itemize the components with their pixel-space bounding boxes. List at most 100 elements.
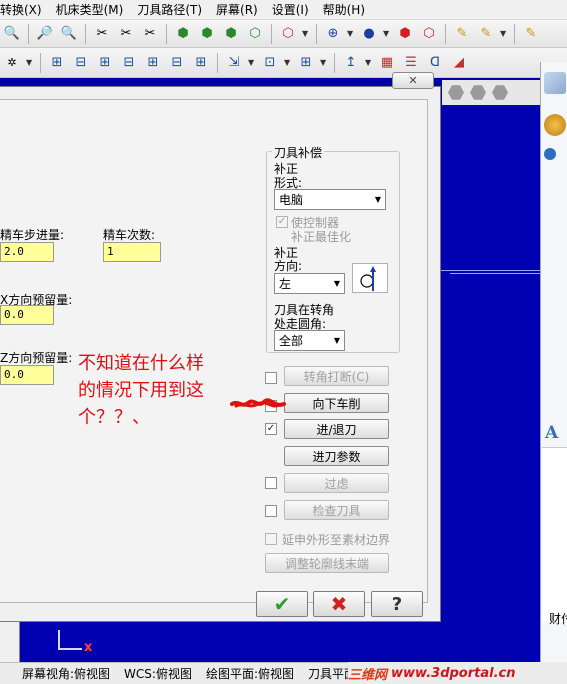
cube-3-icon[interactable]: ⬢	[221, 24, 241, 44]
view-cube-icon[interactable]: ⬡	[278, 24, 298, 44]
menu-toolpaths[interactable]: 刀具路径(T)	[130, 1, 209, 18]
geometry-line	[440, 270, 540, 271]
corner-break-button[interactable]: 转角打断(C)	[284, 366, 389, 386]
chevron-down-icon[interactable]: ▼	[284, 58, 292, 67]
check-tool-checkbox[interactable]	[265, 505, 277, 517]
corner-value: 全部	[279, 334, 304, 348]
use-controller-checkbox[interactable]: ✓	[276, 216, 288, 228]
grid-icon[interactable]: ▦	[377, 53, 397, 73]
menu-help[interactable]: 帮助(H)	[316, 1, 372, 18]
dimension-7-icon[interactable]: ⊞	[191, 53, 211, 73]
menu-screen[interactable]: 屏幕(R)	[209, 1, 265, 18]
array-icon[interactable]: ⊞	[296, 53, 316, 73]
finish-count-input[interactable]: 1	[103, 242, 161, 262]
shade-icon[interactable]	[448, 85, 464, 100]
ok-button[interactable]: ✔	[256, 591, 308, 617]
zoom-icon[interactable]: 🔍	[2, 24, 22, 44]
cancel-button[interactable]: ✖	[313, 591, 365, 617]
tool-2-icon[interactable]: ✂	[116, 24, 136, 44]
offset-icon[interactable]: ⊡	[260, 53, 280, 73]
status-screen-view[interactable]: 屏幕视角:俯视图	[22, 665, 110, 682]
cube-icon[interactable]: ⬢	[173, 24, 193, 44]
z-stock-label: Z方向预留量:	[0, 351, 73, 365]
extend-contour-checkbox[interactable]	[265, 533, 277, 545]
comp-dir-value: 左	[279, 277, 292, 291]
lead-in-out-checkbox[interactable]: ✓	[265, 423, 277, 435]
y-axis-indicator	[58, 630, 60, 650]
dimension-icon[interactable]: ⊞	[47, 53, 67, 73]
status-wcs[interactable]: WCS:俯视图	[124, 665, 192, 682]
graphics-viewport[interactable]	[440, 105, 540, 665]
app-2-icon[interactable]	[544, 114, 566, 136]
left-strip	[0, 622, 20, 666]
chevron-down-icon[interactable]: ▼	[383, 29, 391, 38]
pen-icon[interactable]: ✎	[521, 24, 541, 44]
point-icon[interactable]: ✲	[2, 53, 22, 73]
chamfer-icon[interactable]: ◢	[449, 53, 469, 73]
corner-break-checkbox[interactable]	[265, 372, 277, 384]
chevron-down-icon[interactable]: ▼	[26, 58, 34, 67]
plunge-cut-button[interactable]: 向下车削	[284, 393, 389, 413]
filter-button[interactable]: 过虑	[284, 473, 389, 493]
dimension-4-icon[interactable]: ⊟	[119, 53, 139, 73]
chevron-down-icon[interactable]: ▼	[347, 29, 355, 38]
pencil-icon[interactable]: ✎	[452, 24, 472, 44]
chevron-down-icon[interactable]: ▼	[320, 58, 328, 67]
menu-settings[interactable]: 设置(I)	[265, 1, 316, 18]
unzoom-icon[interactable]: 🔍	[59, 24, 79, 44]
check-tool-button[interactable]: 检查刀具	[284, 500, 389, 520]
app-icon[interactable]	[544, 72, 566, 94]
chevron-down-icon: ▼	[333, 336, 340, 345]
font-icon[interactable]: A	[545, 423, 558, 443]
globe-icon[interactable]: ⊕	[323, 24, 343, 44]
dimension-3-icon[interactable]: ⊞	[95, 53, 115, 73]
tool-3-icon[interactable]: ✂	[140, 24, 160, 44]
wireframe-icon[interactable]: ⬡	[419, 24, 439, 44]
chevron-down-icon[interactable]: ▼	[500, 29, 508, 38]
chevron-down-icon[interactable]: ▼	[365, 58, 373, 67]
cube-2-icon[interactable]: ⬢	[197, 24, 217, 44]
help-button[interactable]: ?	[371, 591, 423, 617]
comp-type-value: 电脑	[279, 193, 304, 207]
move-icon[interactable]: ↥	[341, 53, 361, 73]
finish-count-label: 精车次数:	[103, 228, 156, 242]
status-plane[interactable]: 绘图平面:俯视图	[206, 665, 294, 682]
lead-in-out-button[interactable]: 进/退刀	[284, 419, 389, 439]
comp-direction-select[interactable]: 左 ▼	[274, 273, 345, 294]
comp-type-select[interactable]: 电脑 ▼	[274, 189, 386, 210]
plunge-params-button[interactable]: 进刀参数	[284, 446, 389, 466]
sphere-icon[interactable]: ●	[359, 24, 379, 44]
menu-machine-type[interactable]: 机床类型(M)	[49, 1, 131, 18]
filter-checkbox[interactable]	[265, 477, 277, 489]
x-stock-input[interactable]: 0.0	[0, 305, 54, 325]
toolbar-separator	[334, 52, 335, 73]
finish-step-input[interactable]: 2.0	[0, 242, 54, 262]
dimension-2-icon[interactable]: ⊟	[71, 53, 91, 73]
corner-roll-select[interactable]: 全部 ▼	[274, 330, 345, 351]
annotation-line: 不知道在什么样	[78, 353, 204, 374]
chevron-down-icon[interactable]: ▼	[248, 58, 256, 67]
graphics-viewport-lower[interactable]	[20, 622, 540, 662]
zoom-window-icon[interactable]: 🔎	[35, 24, 55, 44]
shade-3-icon[interactable]	[492, 85, 508, 100]
chevron-down-icon[interactable]: ▼	[302, 29, 310, 38]
pencil-2-icon[interactable]: ✎	[476, 24, 496, 44]
list-icon[interactable]: ☰	[401, 53, 421, 73]
watermark: 三维网 www.3dportal.cn	[348, 662, 567, 684]
comp-dir-label-2: 方向:	[274, 259, 303, 273]
trim-icon[interactable]: ⇲	[224, 53, 244, 73]
solid-icon[interactable]: ⬢	[395, 24, 415, 44]
dimension-6-icon[interactable]: ⊟	[167, 53, 187, 73]
tool-compensation-title: 刀具补偿	[272, 144, 325, 161]
shade-2-icon[interactable]	[470, 85, 486, 100]
draw-icon[interactable]: ᗡ	[425, 53, 445, 73]
z-stock-input[interactable]: 0.0	[0, 365, 54, 385]
adjust-contour-button[interactable]: 调整轮廓线末端	[265, 553, 389, 573]
toolbar-separator	[166, 23, 167, 44]
tool-icon[interactable]: ✂	[92, 24, 112, 44]
menu-transform[interactable]: 转换(X)	[0, 1, 49, 18]
toolbar-separator	[316, 23, 317, 44]
cube-4-icon[interactable]: ⬡	[245, 24, 265, 44]
dimension-5-icon[interactable]: ⊞	[143, 53, 163, 73]
dialog-close-button[interactable]: ✕	[392, 72, 434, 89]
